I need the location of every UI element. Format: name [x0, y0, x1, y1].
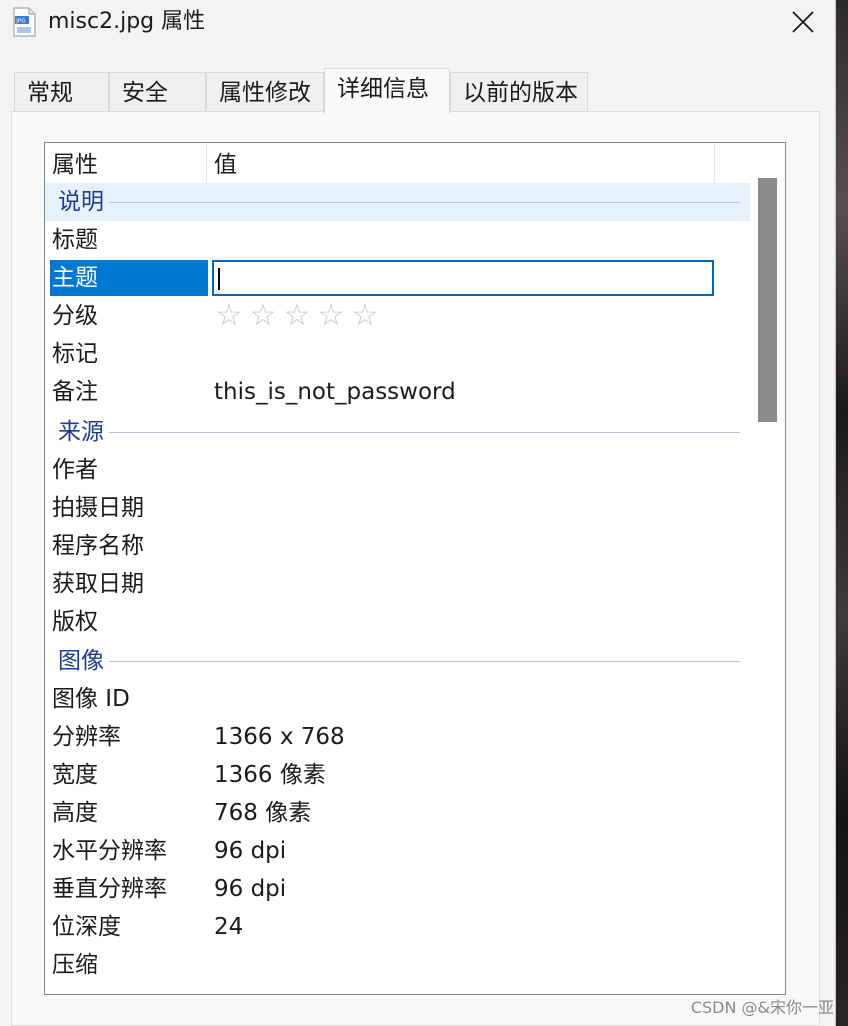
close-icon [792, 11, 814, 33]
star-icon[interactable]: ☆ [282, 297, 312, 335]
row-comments[interactable]: 备注 this_is_not_password [45, 373, 750, 411]
property-name: 垂直分辨率 [52, 876, 167, 902]
property-value: 768 像素 [214, 800, 312, 826]
row-date-acquired[interactable]: 获取日期 [45, 565, 750, 603]
property-name: 主题 [50, 260, 208, 296]
property-name: 水平分辨率 [52, 838, 167, 864]
row-width[interactable]: 宽度 1366 像素 [45, 756, 750, 794]
property-name: 分辨率 [52, 724, 121, 750]
property-name: 备注 [52, 379, 98, 405]
section-origin[interactable]: 来源 [45, 413, 750, 451]
tab-strip: 常规 安全 属性修改 详细信息 以前的版本 [14, 68, 814, 114]
row-vertical-resolution[interactable]: 垂直分辨率 96 dpi [45, 870, 750, 908]
section-divider [109, 202, 740, 203]
close-button[interactable] [780, 0, 826, 44]
star-icon[interactable]: ☆ [248, 297, 278, 335]
property-name: 宽度 [52, 762, 98, 788]
star-rating[interactable]: ☆ ☆ ☆ ☆ ☆ [214, 297, 380, 335]
property-value: this_is_not_password [214, 379, 456, 405]
section-divider [109, 661, 740, 662]
property-value: 24 [214, 914, 244, 940]
row-subject[interactable]: 主题 [45, 259, 750, 297]
section-label: 来源 [58, 419, 104, 445]
tab-details[interactable]: 详细信息 [324, 68, 450, 114]
property-value: 96 dpi [214, 838, 287, 864]
row-date-taken[interactable]: 拍摄日期 [45, 489, 750, 527]
property-name: 位深度 [52, 914, 121, 940]
property-value: 1366 像素 [214, 762, 326, 788]
section-description[interactable]: 说明 [45, 183, 750, 221]
property-value: 1366 x 768 [214, 724, 345, 750]
property-name: 程序名称 [52, 533, 144, 559]
property-name: 拍摄日期 [52, 495, 144, 521]
row-image-id[interactable]: 图像 ID [45, 680, 750, 718]
property-name: 版权 [52, 609, 98, 635]
row-horizontal-resolution[interactable]: 水平分辨率 96 dpi [45, 832, 750, 870]
star-icon[interactable]: ☆ [214, 297, 244, 335]
row-program-name[interactable]: 程序名称 [45, 527, 750, 565]
row-title[interactable]: 标题 [45, 221, 750, 259]
column-header-value[interactable]: 值 [207, 143, 715, 183]
property-name: 标题 [52, 227, 98, 253]
section-label: 说明 [58, 189, 104, 215]
row-rating[interactable]: 分级 ☆ ☆ ☆ ☆ ☆ [45, 297, 750, 335]
property-name: 获取日期 [52, 571, 144, 597]
vertical-scrollbar[interactable] [753, 143, 785, 994]
section-label: 图像 [58, 648, 104, 674]
row-copyright[interactable]: 版权 [45, 603, 750, 641]
property-name: 高度 [52, 800, 98, 826]
row-height[interactable]: 高度 768 像素 [45, 794, 750, 832]
tab-security[interactable]: 安全 [109, 72, 206, 112]
star-icon[interactable]: ☆ [316, 297, 346, 335]
property-value: 96 dpi [214, 876, 287, 902]
tab-attribute-edit[interactable]: 属性修改 [206, 72, 324, 112]
row-compression[interactable]: 压缩 [45, 946, 750, 984]
window-title: misc2.jpg 属性 [48, 9, 206, 34]
row-author[interactable]: 作者 [45, 451, 750, 489]
list-header: 属性 值 [45, 143, 750, 183]
row-bit-depth[interactable]: 位深度 24 [45, 908, 750, 946]
row-dimensions[interactable]: 分辨率 1366 x 768 [45, 718, 750, 756]
background-photo-edge [836, 0, 848, 1026]
watermark: CSDN @&宋你一亚 [690, 998, 834, 1017]
jpg-file-icon: JPG [13, 7, 36, 37]
tab-general[interactable]: 常规 [14, 72, 109, 112]
title-bar: JPG misc2.jpg 属性 [0, 0, 836, 48]
properties-dialog: JPG misc2.jpg 属性 常规 安全 属性修改 详细信息 以前的版本 属… [0, 0, 836, 1026]
row-tags[interactable]: 标记 [45, 335, 750, 373]
subject-input[interactable] [212, 260, 714, 296]
tab-previous-versions[interactable]: 以前的版本 [450, 72, 588, 112]
star-icon[interactable]: ☆ [350, 297, 380, 335]
property-name: 作者 [52, 457, 98, 483]
section-divider [109, 432, 740, 433]
property-name: 分级 [52, 303, 98, 329]
property-name: 图像 ID [52, 686, 130, 712]
property-name: 压缩 [52, 952, 98, 978]
svg-text:JPG: JPG [15, 18, 25, 24]
scrollbar-thumb[interactable] [758, 178, 777, 422]
column-header-property[interactable]: 属性 [45, 143, 207, 183]
details-list: 属性 值 说明 标题 主题 分级 ☆ ☆ ☆ ☆ ☆ 标记 备注 this_is… [44, 142, 786, 995]
property-name: 标记 [52, 341, 98, 367]
text-caret [218, 268, 220, 290]
section-image[interactable]: 图像 [45, 642, 750, 680]
